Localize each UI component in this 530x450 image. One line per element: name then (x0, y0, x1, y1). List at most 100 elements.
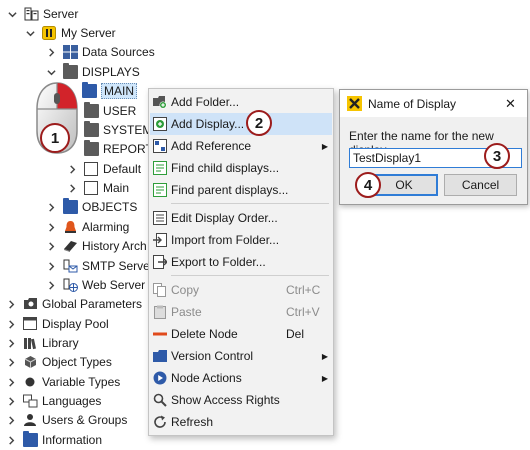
menu-label: Version Control (171, 349, 254, 363)
chevron-down-icon[interactable] (6, 8, 18, 20)
menu-item-paste[interactable]: Paste Ctrl+V (150, 301, 332, 323)
folder-icon (84, 140, 99, 156)
submenu-arrow-icon: ▶ (321, 373, 328, 383)
cancel-button[interactable]: Cancel (444, 174, 517, 196)
close-icon[interactable]: ✕ (505, 96, 516, 112)
tree-item-users-groups[interactable]: Users & Groups (5, 410, 127, 430)
menu-item-import-from-folder[interactable]: Import from Folder... (150, 229, 332, 251)
web-server-icon (63, 278, 78, 292)
menu-item-copy[interactable]: Copy Ctrl+C (150, 279, 332, 301)
tree-label: Display Pool (42, 317, 109, 331)
chevron-right-icon[interactable] (45, 221, 57, 233)
tree-label: History Arch (82, 239, 147, 253)
tree-item-web-server[interactable]: Web Server (45, 275, 145, 295)
chevron-right-icon[interactable] (5, 434, 17, 446)
add-display-icon (153, 117, 167, 131)
tree-item-global-parameters[interactable]: Global Parameters (5, 294, 142, 314)
menu-item-find-child-displays[interactable]: Find child displays... (150, 157, 332, 179)
tree-label: Languages (42, 394, 102, 408)
chevron-right-icon[interactable] (45, 201, 57, 213)
tree-item-alarming[interactable]: Alarming (45, 217, 129, 237)
refresh-icon (153, 415, 167, 429)
menu-label: Export to Folder... (171, 255, 266, 269)
tree-item-displays[interactable]: DISPLAYS (45, 62, 140, 82)
chevron-right-icon[interactable] (45, 240, 57, 252)
tree-label: Default (103, 162, 142, 176)
tree-item-display-pool[interactable]: Display Pool (5, 314, 109, 334)
submenu-arrow-icon: ▶ (321, 351, 328, 361)
library-icon (23, 336, 38, 350)
chevron-right-icon[interactable] (45, 260, 57, 272)
step-badge-2: 2 (246, 110, 272, 136)
menu-item-add-folder[interactable]: Add Folder... (150, 91, 332, 113)
menu-label: Node Actions (171, 371, 242, 385)
tree-item-library[interactable]: Library (5, 333, 79, 353)
chevron-right-icon[interactable] (66, 182, 78, 194)
play-icon (153, 371, 167, 385)
folder-icon (84, 102, 99, 118)
menu-label: Find child displays... (171, 161, 280, 175)
chevron-down-icon[interactable] (24, 27, 36, 39)
menu-item-refresh[interactable]: Refresh (150, 411, 332, 433)
menu-item-version-control[interactable]: Version Control ▶ (150, 345, 332, 367)
tree-item-report[interactable]: REPORT (84, 139, 153, 159)
shortcut-label: Ctrl+V (286, 305, 320, 319)
tree-item-history-archive[interactable]: History Arch (45, 236, 147, 256)
menu-label: Find parent displays... (171, 183, 289, 197)
menu-item-edit-display-order[interactable]: Edit Display Order... (150, 207, 332, 229)
import-icon (153, 233, 167, 247)
tree-item-data-sources[interactable]: Data Sources (45, 42, 155, 62)
export-icon (153, 255, 168, 269)
menu-item-add-display[interactable]: Add Display... (150, 113, 332, 135)
tree-label: Object Types (42, 355, 112, 369)
add-folder-icon (153, 95, 167, 109)
menu-label: Paste (171, 305, 202, 319)
tree-item-objects[interactable]: OBJECTS (45, 197, 137, 217)
tree-item-information[interactable]: Information (5, 430, 102, 450)
menu-item-find-parent-displays[interactable]: Find parent displays... (150, 179, 332, 201)
tree-item-languages[interactable]: Languages (5, 391, 101, 411)
chevron-right-icon[interactable] (5, 376, 17, 388)
data-sources-icon (63, 45, 78, 59)
chevron-right-icon[interactable] (5, 395, 17, 407)
chevron-right-icon[interactable] (5, 356, 17, 368)
tree-item-my-server[interactable]: My Server (24, 23, 116, 43)
chevron-right-icon[interactable] (5, 318, 17, 330)
chevron-right-icon[interactable] (5, 337, 17, 349)
tree-item-smtp-server[interactable]: SMTP Server (45, 256, 154, 276)
display-name-value: TestDisplay1 (353, 151, 422, 165)
app-logo-icon (347, 96, 362, 111)
tree-label: Global Parameters (42, 297, 143, 311)
chevron-down-icon[interactable] (45, 66, 57, 78)
chevron-right-icon[interactable] (66, 163, 78, 175)
menu-item-add-reference[interactable]: Add Reference ▶ (150, 135, 332, 157)
tree-label: Users & Groups (42, 413, 128, 427)
server-icon (24, 7, 39, 21)
button-label: Cancel (461, 178, 500, 192)
tree-item-main-display[interactable]: Main (66, 178, 129, 198)
menu-label: Show Access Rights (171, 393, 280, 407)
tree-item-server[interactable]: Server (6, 4, 78, 24)
menu-item-show-access-rights[interactable]: Show Access Rights (150, 389, 332, 411)
tree-item-default[interactable]: Default (66, 159, 141, 179)
tree-item-main[interactable]: MAIN (82, 81, 137, 101)
menu-item-delete-node[interactable]: Delete Node Del (150, 323, 332, 345)
display-icon (84, 162, 99, 176)
folder-icon (82, 82, 97, 98)
menu-item-export-to-folder[interactable]: Export to Folder... (150, 251, 332, 273)
global-parameters-icon (23, 297, 38, 311)
tree-item-system[interactable]: SYSTEM (84, 120, 152, 140)
folder-icon (84, 121, 99, 137)
chevron-right-icon[interactable] (5, 414, 17, 426)
tree-label: Server (43, 7, 79, 21)
chevron-right-icon[interactable] (5, 298, 17, 310)
tree-item-user[interactable]: USER (84, 101, 136, 121)
chevron-right-icon[interactable] (45, 279, 57, 291)
tree-item-object-types[interactable]: Object Types (5, 352, 112, 372)
button-label: OK (395, 178, 413, 192)
chevron-right-icon[interactable] (45, 46, 57, 58)
smtp-server-icon (63, 259, 78, 273)
tree-item-variable-types[interactable]: Variable Types (5, 372, 120, 392)
menu-item-node-actions[interactable]: Node Actions ▶ (150, 367, 332, 389)
tree-label: Data Sources (82, 45, 155, 59)
